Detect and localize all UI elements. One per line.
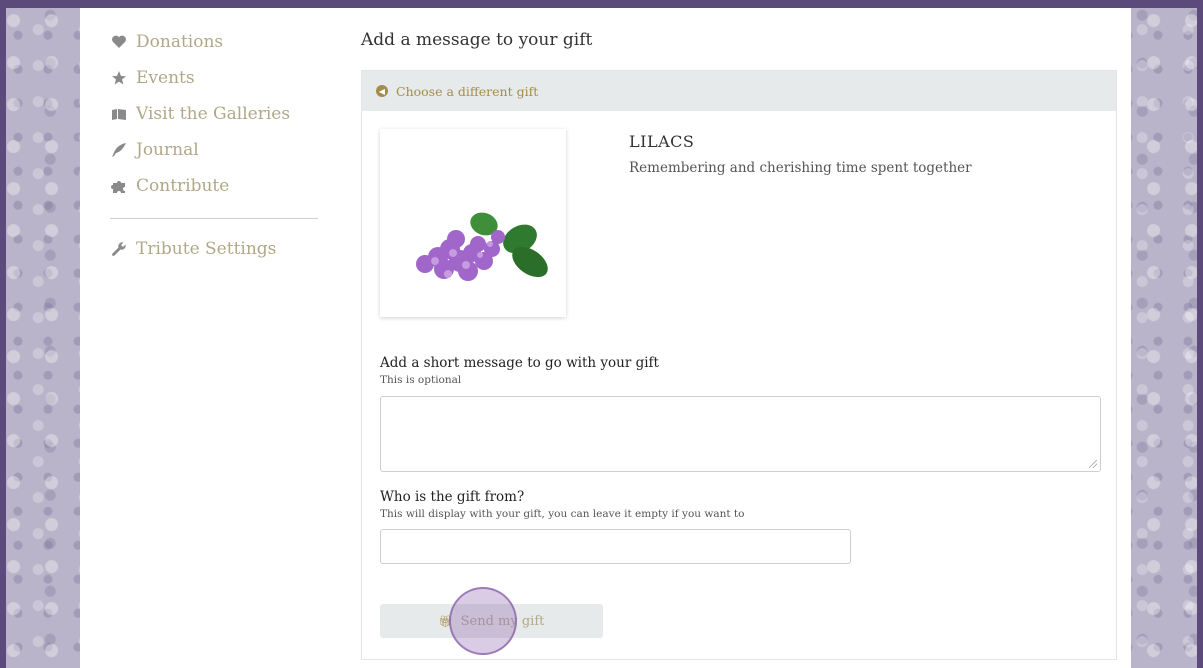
- gift-from-input[interactable]: [380, 529, 851, 564]
- choose-different-gift-link[interactable]: ◀ Choose a different gift: [362, 71, 1116, 111]
- sidebar: Donations Events Visit the Galleries Jou…: [110, 24, 320, 267]
- resize-handle[interactable]: [1089, 460, 1097, 468]
- gallery-icon: [110, 105, 128, 123]
- message-label: Add a short message to go with your gift: [380, 355, 659, 371]
- sidebar-item-label: Visit the Galleries: [136, 104, 291, 124]
- lilac-illustration: [416, 212, 548, 281]
- sidebar-item-donations[interactable]: Donations: [110, 24, 320, 60]
- from-hint: This will display with your gift, you ca…: [380, 508, 745, 520]
- star-icon: [110, 69, 128, 87]
- sidebar-item-contribute[interactable]: Contribute: [110, 168, 320, 204]
- message-hint: This is optional: [380, 374, 462, 386]
- puzzle-icon: [110, 177, 128, 195]
- sidebar-item-label: Tribute Settings: [136, 239, 277, 259]
- quill-icon: [110, 141, 128, 159]
- page-title: Add a message to your gift: [361, 30, 593, 50]
- gift-image: [380, 129, 566, 317]
- wrench-icon: [110, 240, 128, 258]
- gift-panel: ◀ Choose a different gift LILACS Remembe…: [361, 70, 1117, 660]
- sidebar-item-label: Events: [136, 68, 195, 88]
- sidebar-item-label: Contribute: [136, 176, 230, 196]
- back-arrow-icon: ◀: [376, 85, 388, 97]
- heart-icon: [110, 33, 128, 51]
- sidebar-item-tribute-settings[interactable]: Tribute Settings: [110, 231, 320, 267]
- sidebar-divider: [110, 218, 318, 219]
- background-frame: Donations Events Visit the Galleries Jou…: [6, 8, 1197, 668]
- from-label: Who is the gift from?: [380, 489, 525, 505]
- sidebar-item-events[interactable]: Events: [110, 60, 320, 96]
- sidebar-item-galleries[interactable]: Visit the Galleries: [110, 96, 320, 132]
- main-area: Add a message to your gift ◀ Choose a di…: [361, 30, 1117, 660]
- choose-different-label: Choose a different gift: [396, 83, 539, 99]
- sidebar-item-journal[interactable]: Journal: [110, 132, 320, 168]
- page-content: Donations Events Visit the Galleries Jou…: [80, 8, 1131, 668]
- gift-description: Remembering and cherishing time spent to…: [629, 160, 972, 176]
- message-textarea[interactable]: [380, 396, 1101, 472]
- gift-name: LILACS: [629, 132, 695, 151]
- sidebar-item-label: Journal: [136, 140, 199, 160]
- sidebar-item-label: Donations: [136, 32, 224, 52]
- click-indicator: [449, 587, 517, 655]
